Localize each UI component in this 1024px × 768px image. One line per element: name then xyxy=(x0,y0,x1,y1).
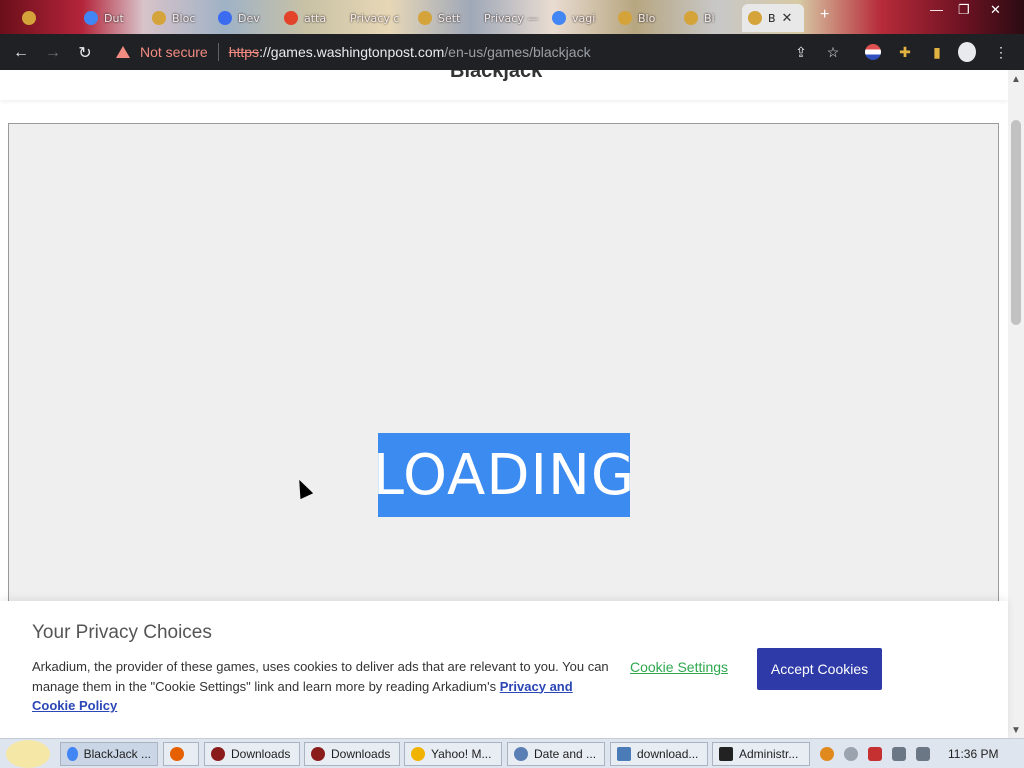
folder-icon xyxy=(311,747,325,761)
taskbar-item-downloads-2[interactable]: Downloads xyxy=(304,742,400,766)
accept-cookies-button[interactable]: Accept Cookies xyxy=(757,648,882,690)
chrome-icon xyxy=(67,747,78,761)
minimize-icon[interactable]: — xyxy=(930,2,943,17)
page-scrollbar[interactable]: ▲ ▼ xyxy=(1008,70,1024,738)
taskbar-item-download[interactable]: download... xyxy=(610,742,708,766)
tab-2[interactable]: Bloc xyxy=(146,4,210,32)
network-tray-icon[interactable] xyxy=(892,747,906,761)
taskbar-item-downloads-1[interactable]: Downloads xyxy=(204,742,300,766)
tab-1[interactable]: Dut xyxy=(78,4,142,32)
taskbar-item-firefox[interactable] xyxy=(163,742,199,766)
clock-icon xyxy=(514,747,528,761)
tab-strip: Dut Bloc Dev atta Privacy c Sett Privacy… xyxy=(0,0,1024,34)
tab-10[interactable]: Bl xyxy=(678,4,740,32)
site-icon xyxy=(152,11,166,25)
scroll-down-icon[interactable]: ▼ xyxy=(1011,725,1021,736)
page-header: Blackjack xyxy=(0,70,1008,100)
firefox-icon xyxy=(170,747,184,761)
cookie-title: Your Privacy Choices xyxy=(32,622,212,643)
security-tray-icon[interactable] xyxy=(868,747,882,761)
taskbar-item-yahoo[interactable]: Yahoo! M... xyxy=(404,742,502,766)
site-icon xyxy=(218,11,232,25)
browser-menu-icon[interactable] xyxy=(16,4,48,32)
taskbar-item-chrome[interactable]: BlackJack ... xyxy=(60,742,158,766)
volume-tray-icon[interactable] xyxy=(916,747,930,761)
browser-toolbar: ← → ↻ Not secure https ://games.washingt… xyxy=(0,34,1024,70)
google-icon xyxy=(84,11,98,25)
url-path: /en-us/games/blackjack xyxy=(444,44,591,60)
tab-3[interactable]: Dev xyxy=(212,4,276,32)
bookmark-star-icon[interactable]: ☆ xyxy=(824,43,842,61)
cookie-description: Arkadium, the provider of these games, u… xyxy=(32,659,609,713)
taskbar-item-admin[interactable]: Administr... xyxy=(712,742,810,766)
status-tray-icon[interactable] xyxy=(844,747,858,761)
forward-icon[interactable]: → xyxy=(42,42,64,64)
sidebar-icon[interactable]: ▮ xyxy=(928,43,946,61)
loading-indicator: LOADING xyxy=(373,433,634,517)
folder-icon xyxy=(211,747,225,761)
window-icon xyxy=(617,747,631,761)
menu-kebab-icon[interactable]: ⋮ xyxy=(992,43,1010,61)
scroll-thumb[interactable] xyxy=(1011,120,1021,325)
site-icon xyxy=(748,11,762,25)
taskbar-clock[interactable]: 11:36 PM xyxy=(948,747,998,761)
page-title: Blackjack xyxy=(450,70,543,82)
tab-5[interactable]: Privacy c xyxy=(344,4,410,32)
back-icon[interactable]: ← xyxy=(10,42,32,64)
url-scheme: https xyxy=(228,44,260,60)
close-window-icon[interactable]: ✕ xyxy=(990,2,1001,18)
restore-icon[interactable]: ❐ xyxy=(958,2,970,18)
tab-6[interactable]: Sett xyxy=(412,4,476,32)
close-tab-icon[interactable]: ✕ xyxy=(782,11,793,26)
cmd-icon xyxy=(719,747,733,761)
not-secure-indicator[interactable]: Not secure xyxy=(116,44,208,60)
tab-8[interactable]: vagi xyxy=(546,4,610,32)
yahoo-icon xyxy=(411,747,425,761)
google-icon xyxy=(552,11,566,25)
tab-9[interactable]: Blo xyxy=(612,4,676,32)
gitlab-icon xyxy=(284,11,298,25)
separator xyxy=(217,43,219,61)
cookie-settings-link[interactable]: Cookie Settings xyxy=(630,659,728,675)
tab-active[interactable]: B ✕ xyxy=(742,4,804,32)
new-tab-icon[interactable]: + xyxy=(820,6,829,24)
profile-extension-icon[interactable] xyxy=(864,43,882,61)
search-tray-icon[interactable] xyxy=(820,747,834,761)
reload-icon[interactable]: ↻ xyxy=(74,42,96,64)
share-icon[interactable]: ⇪ xyxy=(792,43,810,61)
site-icon xyxy=(618,11,632,25)
extensions-puzzle-icon[interactable]: ✚ xyxy=(896,43,914,61)
taskbar: BlackJack ... Downloads Downloads Yahoo!… xyxy=(0,738,1024,768)
warning-icon xyxy=(116,46,130,58)
cookie-banner: Your Privacy Choices Arkadium, the provi… xyxy=(0,601,1008,738)
loading-text: LOADING xyxy=(372,442,636,508)
url-host: ://games.washingtonpost.com xyxy=(259,44,445,60)
scroll-up-icon[interactable]: ▲ xyxy=(1011,74,1021,85)
site-icon xyxy=(418,11,432,25)
account-avatar-icon[interactable] xyxy=(958,42,976,62)
tab-7[interactable]: Privacy — xyxy=(478,4,544,32)
site-icon xyxy=(684,11,698,25)
tab-4[interactable]: atta xyxy=(278,4,342,32)
start-button[interactable] xyxy=(6,740,50,768)
taskbar-item-date-time[interactable]: Date and ... xyxy=(507,742,605,766)
address-bar[interactable]: Not secure https ://games.washingtonpost… xyxy=(108,39,848,65)
